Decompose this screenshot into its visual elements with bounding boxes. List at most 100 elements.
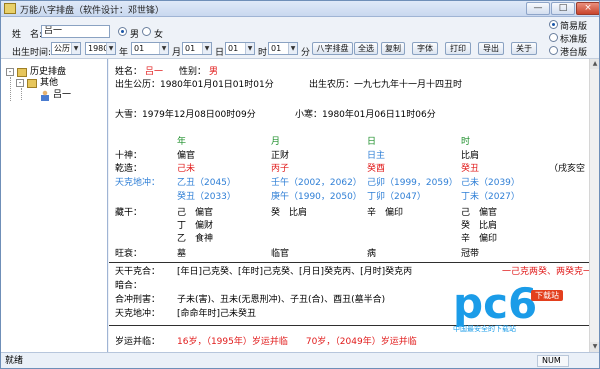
report-name: 吕一 <box>145 67 164 77</box>
shishen-year: 偏官 <box>177 151 196 161</box>
tiangan-year-2: 癸丑（2033） <box>177 192 236 202</box>
tree-root-label[interactable]: 历史排盘 <box>30 67 66 78</box>
wangshuai-day: 病 <box>367 249 377 259</box>
dropdown-arrow-icon: ▼ <box>245 43 254 54</box>
mode-standard-radio[interactable] <box>549 33 558 42</box>
tree-connector <box>21 88 22 100</box>
app-icon <box>4 3 16 14</box>
name-caption: 姓名： <box>115 67 143 77</box>
col-hour: 时 <box>461 137 471 147</box>
anhe-label: 暗合： <box>115 281 143 291</box>
canggan-year-3: 乙 食神 <box>177 234 214 244</box>
watermark-brand: pc6 <box>453 279 538 328</box>
tiangan-year: 乙丑（2045） <box>177 178 236 188</box>
tiangan-hour: 己未（2039） <box>461 178 520 188</box>
qiankun-month: 丙子 <box>271 164 290 174</box>
suiyun-value: 16岁，（1995年）岁运并临 70岁，（2049年）岁运并临 <box>177 337 417 347</box>
year-select[interactable]: 1980 ▼ <box>85 42 116 55</box>
canggan-hour-1: 己 偏官 <box>461 208 498 218</box>
canggan-year-2: 丁 偏财 <box>177 221 214 231</box>
female-radio[interactable] <box>142 27 151 36</box>
copy-button[interactable]: 复制 <box>381 42 405 55</box>
tiangan-hour-2: 丁未（2027） <box>461 192 520 202</box>
birth-time-label: 出生时间: <box>12 48 52 58</box>
day-select[interactable]: 01 ▼ <box>182 42 212 55</box>
shishen-hour: 比肩 <box>461 151 480 161</box>
history-tree: - 历史排盘 - 其他 吕一 <box>1 59 108 352</box>
num-lock-indicator: NUM <box>537 355 569 367</box>
daxue-time: 大雪：1979年12月08日00时09分 <box>115 110 256 120</box>
tree-connector <box>10 77 11 101</box>
mode-simple-radio[interactable] <box>549 20 558 29</box>
qiankun-label: 乾造： <box>115 164 143 174</box>
folder-icon <box>27 79 37 88</box>
canggan-year-1: 己 偏官 <box>177 208 214 218</box>
dropdown-arrow-icon: ▼ <box>71 43 80 54</box>
tree-expand-icon[interactable]: - <box>16 79 24 87</box>
status-text: 就绪 <box>5 356 24 366</box>
canggan-label: 藏干： <box>115 208 143 218</box>
canggan-month-1: 癸 比肩 <box>271 208 308 218</box>
about-button[interactable]: 关于 <box>511 42 537 55</box>
shishen-label: 十神： <box>115 151 143 161</box>
minimize-button[interactable]: — <box>526 2 550 15</box>
tree-child-label[interactable]: 其他 <box>40 78 58 89</box>
month-select[interactable]: 01 ▼ <box>131 42 169 55</box>
canggan-day-1: 辛 偏印 <box>367 208 404 218</box>
window-title: 万能八字排盘（软件设计：邓世锋） <box>20 6 165 16</box>
col-year: 年 <box>177 137 187 147</box>
wangshuai-label: 旺衰： <box>115 249 143 259</box>
folder-icon <box>17 68 27 77</box>
person-icon <box>41 90 49 101</box>
tree-leaf-label[interactable]: 吕一 <box>53 90 71 101</box>
dropdown-arrow-icon: ▼ <box>202 43 211 54</box>
male-radio[interactable] <box>118 27 127 36</box>
wangshuai-hour: 冠带 <box>461 249 480 259</box>
shishen-month: 正财 <box>271 151 290 161</box>
tianke-label: 天克地冲： <box>115 309 161 319</box>
qiankun-day: 癸酉 <box>367 164 386 174</box>
gender-caption: 性别： <box>179 67 207 77</box>
year-label: 年 <box>119 48 129 58</box>
canggan-hour-2: 癸 比肩 <box>461 221 498 231</box>
tiangan-day-2: 丁卯（2047） <box>367 192 426 202</box>
tiangan-label: 天克地冲： <box>115 178 161 188</box>
tianganhe-label: 天干克合： <box>115 267 161 277</box>
shishen-day: 日主 <box>367 151 386 161</box>
tree-expand-icon[interactable]: - <box>6 68 14 76</box>
scroll-up-icon[interactable]: ▲ <box>590 59 599 69</box>
scroll-down-icon[interactable]: ▼ <box>590 342 599 352</box>
dropdown-arrow-icon: ▼ <box>288 43 297 54</box>
watermark-subtitle: 中国最安全的下载站 <box>453 325 516 333</box>
export-button[interactable]: 导出 <box>478 42 504 55</box>
select-all-button[interactable]: 全选 <box>354 42 378 55</box>
hour-select[interactable]: 01 ▼ <box>225 42 255 55</box>
wangshuai-year: 墓 <box>177 249 187 259</box>
title-bar: 万能八字排盘（软件设计：邓世锋） — □ × <box>1 1 599 17</box>
qiankun-note: （戌亥空 <box>549 164 586 174</box>
vertical-scrollbar[interactable]: ▲ ▼ <box>589 59 599 352</box>
close-button[interactable]: × <box>576 2 599 15</box>
minute-select[interactable]: 01 ▼ <box>268 42 298 55</box>
input-panel: 姓 名: 吕一 男 女 出生时间: 公历 ▼ 1980 ▼ 年 01 ▼ 月 01 ▼ … <box>1 17 599 59</box>
suiyun-label: 岁运并临： <box>115 337 161 347</box>
tiangan-day: 己卯（1999，2059） <box>367 178 458 188</box>
minute-label: 分 <box>301 48 311 58</box>
qiankun-hour: 癸丑 <box>461 164 480 174</box>
mode-hktw-radio[interactable] <box>549 46 558 55</box>
bazi-button[interactable]: 八字排盘 <box>312 42 353 55</box>
dropdown-arrow-icon: ▼ <box>159 43 168 54</box>
wangshuai-month: 临官 <box>271 249 290 259</box>
name-input[interactable]: 吕一 <box>41 25 110 38</box>
font-button[interactable]: 字体 <box>412 42 438 55</box>
maximize-button[interactable]: □ <box>551 2 575 15</box>
col-month: 月 <box>271 137 281 147</box>
male-label: 男 <box>130 30 140 40</box>
hour-label: 时 <box>258 48 268 58</box>
name-label: 姓 名: <box>12 30 43 40</box>
tiangan-month-2: 庚午（1990，2050） <box>271 192 362 202</box>
print-button[interactable]: 打印 <box>445 42 471 55</box>
month-label: 月 <box>172 48 182 58</box>
calendar-select[interactable]: 公历 ▼ <box>51 42 81 55</box>
tianke-value: [命命年时]己未癸丑 <box>177 309 257 319</box>
